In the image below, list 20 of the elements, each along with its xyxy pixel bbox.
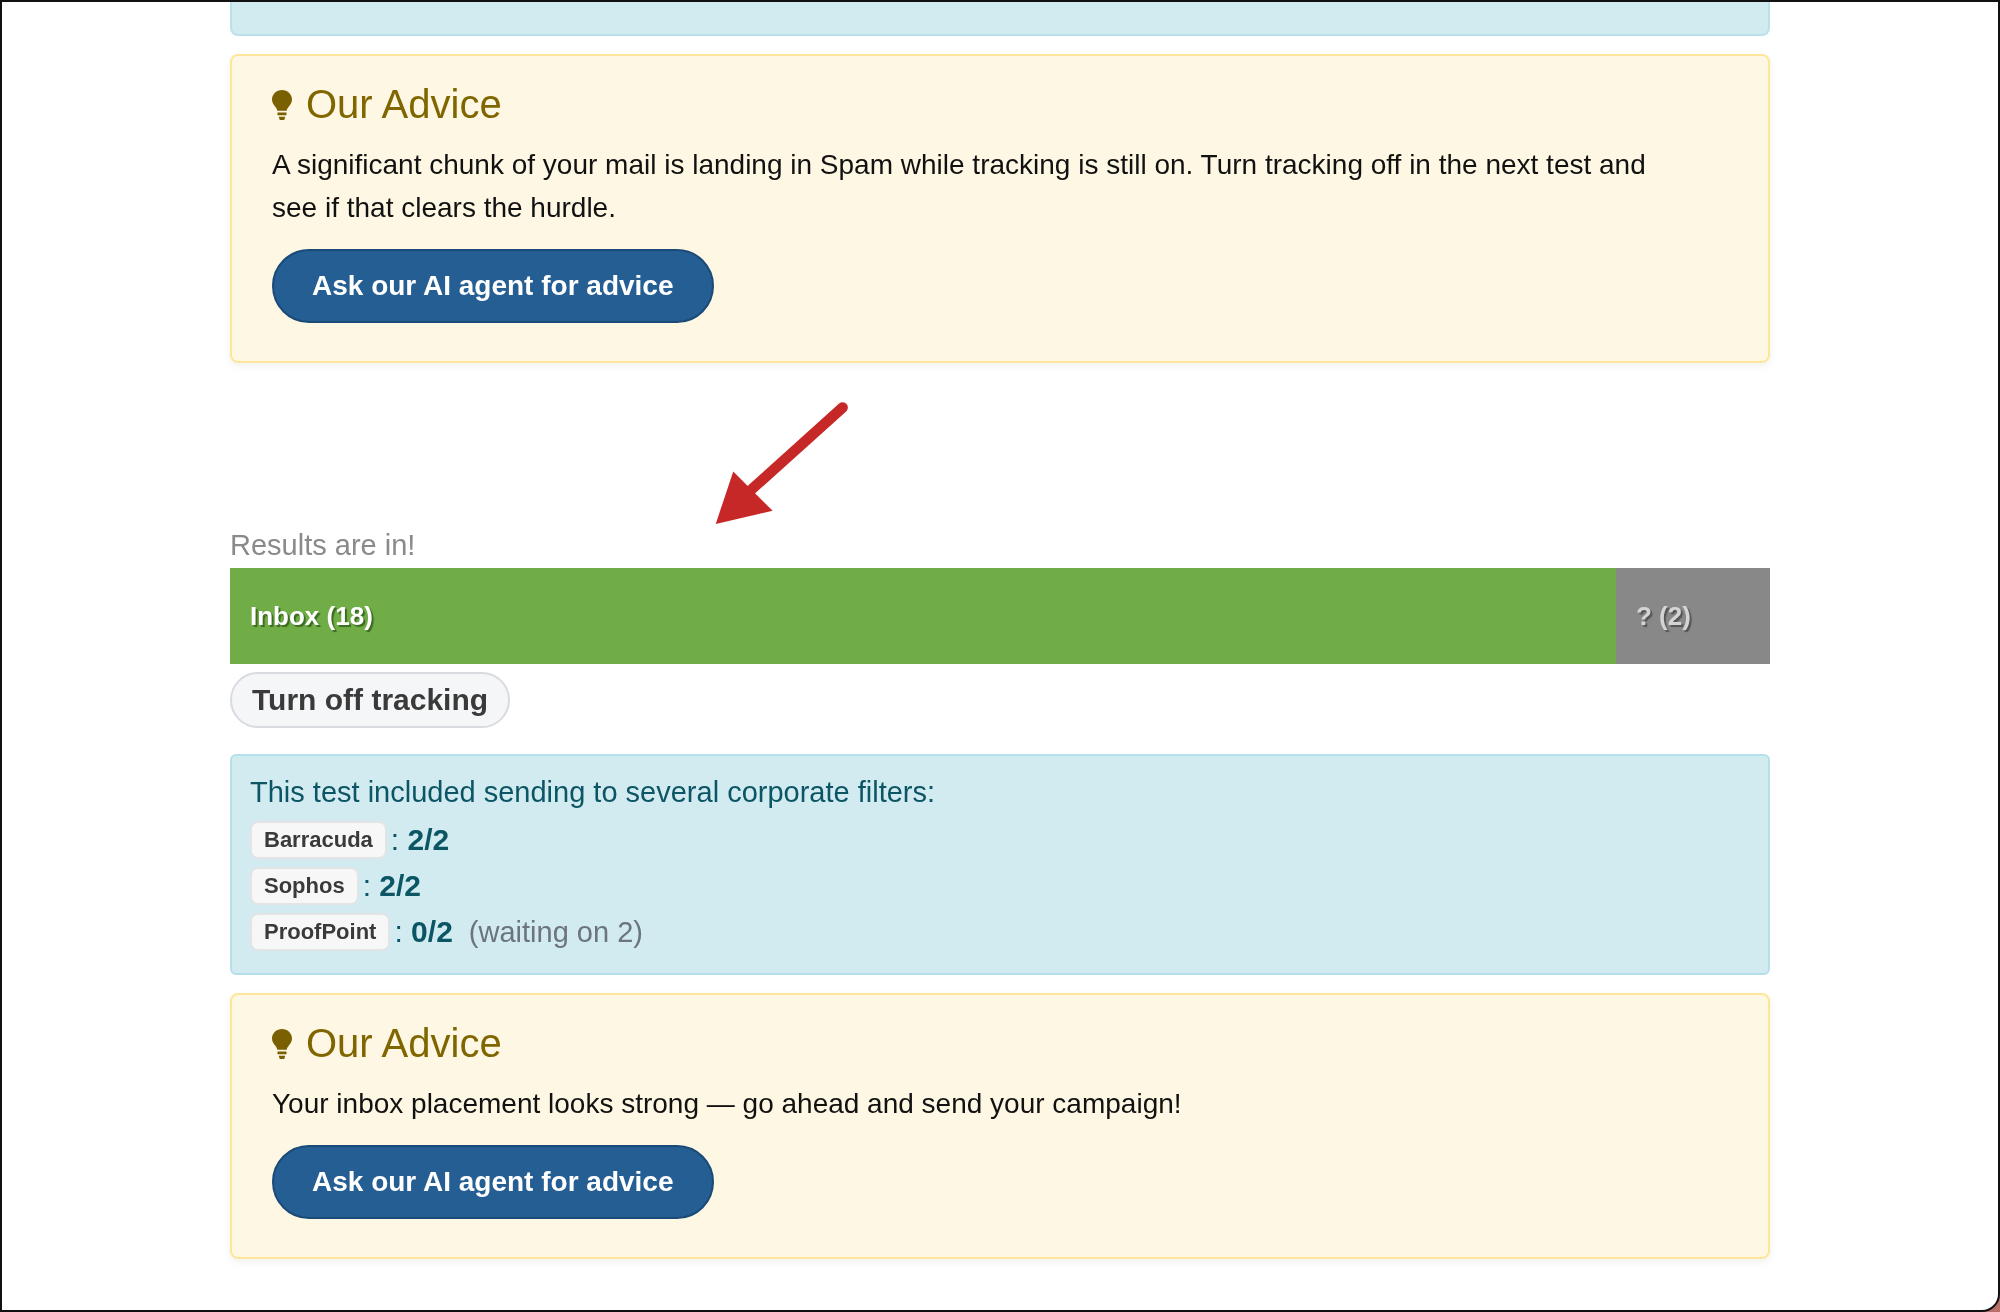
ask-ai-button[interactable]: Ask our AI agent for advice: [272, 1145, 714, 1219]
lightbulb-icon: [272, 89, 292, 120]
filter-name: ProofPoint: [250, 913, 391, 951]
advice-text: A significant chunk of your mail is landing in Spam while tracking is still on. Turn tracking off in the next test and see if that clears the hurdle.: [272, 148, 1647, 225]
filter-score: : 2/2: [390, 823, 450, 857]
placement-segment: Inbox (18): [230, 568, 1616, 664]
results-label: Results are in!: [230, 529, 416, 562]
advice-title: Our Advice: [306, 82, 502, 127]
waiting-note: (waiting on 2): [468, 915, 643, 949]
filter-name: Sophos: [250, 867, 359, 905]
advice-title: Our Advice: [306, 1021, 502, 1066]
advice-text: Your inbox placement looks strong — go ahead and send your campaign!: [272, 1087, 1183, 1121]
filters-intro: This test included sending to several corporate filters:: [250, 776, 937, 809]
placement-segment: ? (2): [1616, 568, 1770, 664]
filter-name: Barracuda: [250, 821, 387, 859]
lightbulb-icon: [272, 1028, 292, 1059]
turn-off-tracking-button[interactable]: Turn off tracking: [230, 672, 511, 728]
filter-score: : 2/2: [362, 869, 422, 903]
filter-score: : 0/2: [394, 915, 453, 949]
ask-ai-button[interactable]: Ask our AI agent for advice: [272, 249, 714, 323]
